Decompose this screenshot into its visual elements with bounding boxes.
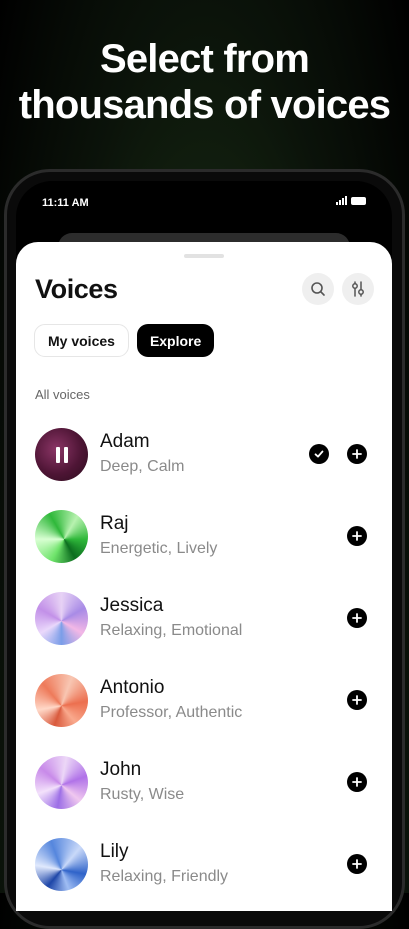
search-button[interactable] [302, 273, 334, 305]
add-voice-button[interactable] [347, 608, 367, 628]
voice-row-antonio[interactable]: Antonio Professor, Authentic [16, 674, 392, 756]
headline: Select from thousands of voices [0, 36, 409, 128]
battery-icon [351, 196, 366, 205]
voice-row-adam[interactable]: Adam Deep, Calm [16, 428, 392, 510]
sliders-icon [352, 281, 364, 297]
voice-avatar[interactable] [35, 674, 88, 727]
voice-tabs: My voices Explore [34, 324, 215, 357]
pause-icon [55, 446, 68, 463]
add-voice-button[interactable] [347, 772, 367, 792]
plus-icon [352, 613, 362, 623]
tab-my-voices[interactable]: My voices [34, 324, 129, 357]
tab-explore[interactable]: Explore [136, 324, 215, 357]
voice-name: Lily [100, 841, 129, 862]
voice-tags: Relaxing, Emotional [100, 622, 243, 639]
voice-row-jessica[interactable]: Jessica Relaxing, Emotional [16, 592, 392, 674]
filter-button[interactable] [342, 273, 374, 305]
add-voice-button[interactable] [347, 854, 367, 874]
plus-icon [352, 531, 362, 541]
voice-tags: Professor, Authentic [100, 704, 243, 721]
voice-name: Adam [100, 431, 150, 452]
headline-line-1: Select from [99, 37, 310, 81]
sheet-grabber[interactable] [184, 254, 224, 258]
plus-icon [352, 777, 362, 787]
add-voice-button[interactable] [347, 526, 367, 546]
section-label: All voices [35, 387, 90, 402]
voice-tags: Rusty, Wise [100, 786, 185, 803]
voice-name: Antonio [100, 677, 165, 698]
voice-name: Jessica [100, 595, 164, 616]
voice-avatar[interactable] [35, 838, 88, 891]
selected-check-button[interactable] [309, 444, 329, 464]
signal-icon [336, 196, 347, 205]
voice-avatar[interactable] [35, 510, 88, 563]
plus-icon [352, 449, 362, 459]
voice-avatar[interactable] [35, 756, 88, 809]
search-icon [311, 282, 325, 296]
add-voice-button[interactable] [347, 444, 367, 464]
voice-name: John [100, 759, 142, 780]
voice-tags: Relaxing, Friendly [100, 868, 229, 885]
check-icon [314, 450, 324, 458]
voice-avatar[interactable] [35, 592, 88, 645]
plus-icon [352, 859, 362, 869]
status-time: 11:11 AM [42, 197, 89, 209]
voices-sheet: Voices My voices Explore All voices Adam… [16, 242, 392, 911]
voice-tags: Deep, Calm [100, 458, 185, 475]
voice-tags: Energetic, Lively [100, 540, 218, 557]
status-icons [336, 196, 366, 205]
voice-row-john[interactable]: John Rusty, Wise [16, 756, 392, 838]
phone-screen: 11:11 AM Voices My voices Explore All vo… [16, 181, 392, 911]
voice-row-lily[interactable]: Lily Relaxing, Friendly [16, 838, 392, 911]
page-title: Voices [35, 274, 118, 304]
voice-avatar[interactable] [35, 428, 88, 481]
headline-line-2: thousands of voices [18, 83, 391, 127]
plus-icon [352, 695, 362, 705]
voice-name: Raj [100, 513, 129, 534]
add-voice-button[interactable] [347, 690, 367, 710]
voice-row-raj[interactable]: Raj Energetic, Lively [16, 510, 392, 592]
